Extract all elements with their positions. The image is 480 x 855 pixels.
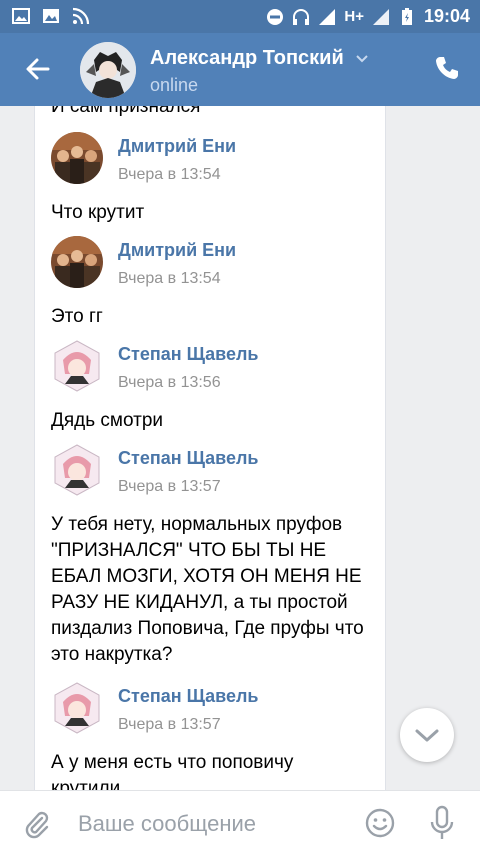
contact-name: Александр Топский [150, 47, 344, 69]
avatar[interactable] [80, 42, 136, 98]
avatar[interactable] [51, 236, 103, 288]
message-time: Вчера в 13:54 [118, 270, 221, 287]
signal-icon-2 [372, 8, 389, 25]
network-type: H+ [344, 8, 364, 25]
chevron-down-icon [356, 55, 369, 63]
chevron-down-icon [415, 729, 439, 742]
message-text-fragment: И сам признался [51, 106, 201, 117]
message-list[interactable]: И сам признался Дмитрий Ени Вчера в 13:5… [34, 106, 386, 790]
avatar[interactable] [51, 132, 103, 184]
conversation-title[interactable]: Александр Топский [150, 47, 369, 70]
avatar-image [80, 42, 136, 98]
microphone-icon[interactable] [428, 805, 456, 841]
message-input[interactable] [76, 807, 350, 841]
gallery-icon [12, 8, 30, 24]
message-time: Вчера в 13:56 [118, 374, 221, 391]
image-icon [43, 9, 59, 23]
message-time: Вчера в 13:54 [118, 166, 221, 183]
signal-icon [319, 8, 336, 25]
sender-name[interactable]: Дмитрий Ени [118, 240, 236, 261]
message-text: А у меня есть что поповичу крутили [51, 752, 294, 790]
message-text: Это гг [51, 306, 103, 327]
message-composer [0, 790, 480, 855]
online-status: online [150, 75, 199, 95]
avatar[interactable] [51, 340, 103, 392]
message-text: У тебя нету, нормальных пруфов "ПРИЗНАЛС… [51, 514, 364, 665]
sender-name[interactable]: Степан Щавель [118, 686, 259, 707]
battery-icon [401, 7, 412, 25]
phone-icon[interactable] [434, 55, 460, 81]
scroll-down-button[interactable] [400, 708, 454, 762]
attach-icon[interactable] [22, 809, 52, 839]
message-time: Вчера в 13:57 [118, 478, 221, 495]
sender-name[interactable]: Степан Щавель [118, 448, 259, 469]
message-time: Вчера в 13:57 [118, 716, 221, 733]
message-text: Дядь смотри [51, 410, 164, 431]
message-text: Что крутит [51, 202, 145, 223]
emoji-icon[interactable] [364, 807, 396, 839]
conversation-header: Александр Топский online [0, 33, 480, 106]
headphones-icon [293, 8, 310, 25]
avatar[interactable] [51, 682, 103, 734]
back-arrow-icon[interactable] [24, 55, 52, 83]
rss-icon [72, 7, 90, 25]
clock: 19:04 [423, 6, 470, 26]
sender-name[interactable]: Дмитрий Ени [118, 136, 236, 157]
status-bar: H+ 19:04 [0, 0, 480, 33]
do-not-disturb-icon [267, 8, 284, 25]
sender-name[interactable]: Степан Щавель [118, 344, 259, 365]
avatar[interactable] [51, 444, 103, 496]
